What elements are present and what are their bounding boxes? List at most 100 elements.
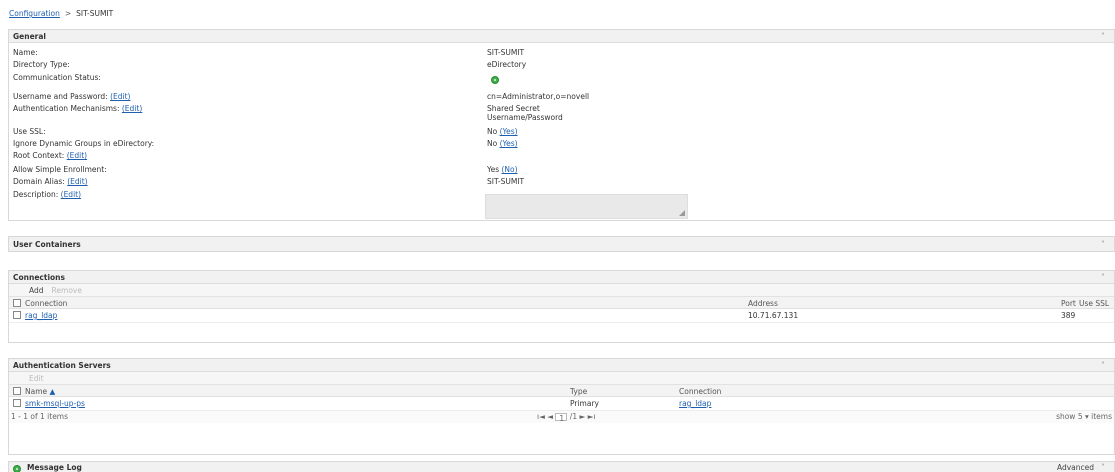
connections-table-header: Connection Address Port Use SSL — [9, 297, 1114, 309]
server-connection-link[interactable]: rag_ldap — [679, 399, 711, 408]
advanced-link[interactable]: Advanced — [1057, 463, 1094, 472]
directory-type-value: eDirectory — [487, 60, 527, 69]
auth-mechanism-2: Username/Password — [487, 113, 563, 122]
ignore-dynamic-groups-value: No — [487, 139, 498, 148]
collapse-icon[interactable]: ˄ — [1098, 361, 1108, 370]
general-panel-header[interactable]: General ˄ — [9, 30, 1114, 43]
username-password-edit-link[interactable]: (Edit) — [110, 92, 130, 101]
auth-mechanism-1: Shared Secret — [487, 104, 540, 113]
remove-connection-button[interactable]: Remove — [52, 286, 82, 295]
use-ssl-label: Use SSL: — [13, 127, 46, 136]
table-row: rag_ldap 10.71.67.131 389 — [9, 309, 1114, 323]
pagination-summary: 1 - 1 of 1 items — [11, 412, 69, 421]
server-type-cell: Primary — [570, 399, 599, 408]
connection-column-header[interactable]: Connection — [25, 299, 67, 308]
authservers-toolbar: Edit — [9, 372, 1114, 385]
address-cell: 10.71.67.131 — [748, 311, 799, 320]
message-log-header[interactable]: Message Log Advanced ˅ — [9, 462, 1114, 472]
name-row: Name: SIT-SUMIT — [13, 48, 1113, 59]
sort-ascending-icon: ▲ — [49, 387, 56, 396]
select-all-checkbox[interactable] — [13, 299, 21, 307]
status-ok-icon — [13, 464, 21, 472]
breadcrumb-separator: > — [64, 9, 72, 18]
edit-server-button[interactable]: Edit — [29, 374, 44, 383]
connections-header[interactable]: Connections ˄ — [9, 271, 1114, 284]
use-ssl-column-header[interactable]: Use SSL — [1079, 299, 1109, 308]
expand-icon[interactable]: ˅ — [1098, 240, 1108, 249]
name-column-header[interactable]: Name — [25, 387, 47, 396]
port-cell: 389 — [1061, 311, 1076, 320]
description-label: Description: — [13, 190, 59, 199]
allow-simple-enrollment-row: Allow Simple Enrollment: Yes (No) — [13, 165, 1113, 176]
expand-icon[interactable]: ˅ — [1098, 463, 1108, 472]
address-column-header[interactable]: Address — [748, 299, 778, 308]
connections-title: Connections — [13, 272, 65, 282]
use-ssl-row: Use SSL: No (Yes) — [13, 127, 1113, 138]
page-total: /1 — [569, 412, 578, 421]
description-edit-link[interactable]: (Edit) — [61, 190, 81, 199]
username-password-label: Username and Password: — [13, 92, 108, 101]
domain-alias-edit-link[interactable]: (Edit) — [67, 177, 87, 186]
user-containers-title: User Containers — [13, 239, 81, 249]
breadcrumb-configuration-link[interactable]: Configuration — [9, 9, 60, 18]
collapse-icon[interactable]: ˄ — [1098, 273, 1108, 282]
name-label: Name: — [13, 48, 38, 57]
root-context-edit-link[interactable]: (Edit) — [67, 151, 87, 160]
user-containers-header[interactable]: User Containers ˅ — [9, 237, 1114, 251]
connections-panel: Connections ˄ Add Remove Connection Addr… — [8, 270, 1115, 343]
allow-simple-enrollment-label: Allow Simple Enrollment: — [13, 165, 107, 174]
use-ssl-toggle-link[interactable]: (Yes) — [500, 127, 518, 136]
domain-alias-label: Domain Alias: — [13, 177, 65, 186]
breadcrumb-current: SIT-SUMIT — [76, 9, 114, 18]
status-ok-icon — [491, 75, 499, 85]
pagination-next-icon[interactable]: ► ►ı — [580, 412, 596, 421]
authentication-servers-title: Authentication Servers — [13, 360, 111, 370]
directory-type-row: Directory Type: eDirectory — [13, 60, 1113, 71]
name-value: SIT-SUMIT — [487, 48, 525, 57]
breadcrumb: Configuration > SIT-SUMIT — [9, 9, 113, 18]
general-panel: General ˄ Name: SIT-SUMIT Directory Type… — [8, 29, 1115, 221]
add-connection-button[interactable]: Add — [29, 286, 44, 295]
communication-status-row: Communication Status: — [13, 73, 1113, 84]
select-all-checkbox[interactable] — [13, 387, 21, 395]
use-ssl-value: No — [487, 127, 498, 136]
auth-mechanisms-label: Authentication Mechanisms: — [13, 104, 120, 113]
message-log-panel: Message Log Advanced ˅ — [8, 461, 1115, 472]
server-name-link[interactable]: smk-msql-up-ps — [25, 399, 85, 408]
communication-status-label: Communication Status: — [13, 73, 101, 82]
pagination-bar: 1 - 1 of 1 items ı◄ ◄ 1 /1 ► ►ı show 5 ▾… — [9, 411, 1114, 423]
allow-simple-enrollment-toggle-link[interactable]: (No) — [502, 165, 518, 174]
ignore-dynamic-groups-row: Ignore Dynamic Groups in eDirectory: No … — [13, 139, 1113, 150]
pagination-prev-icon[interactable]: ı◄ ◄ — [537, 412, 553, 421]
username-password-row: Username and Password: (Edit) cn=Adminis… — [13, 92, 1113, 103]
ignore-dynamic-groups-toggle-link[interactable]: (Yes) — [500, 139, 518, 148]
authentication-servers-header[interactable]: Authentication Servers ˄ — [9, 359, 1114, 372]
allow-simple-enrollment-value: Yes — [487, 165, 500, 174]
user-containers-panel: User Containers ˅ — [8, 236, 1115, 252]
domain-alias-value: SIT-SUMIT — [487, 177, 525, 186]
username-value: cn=Administrator,o=novell — [487, 92, 590, 101]
authentication-servers-panel: Authentication Servers ˄ Edit Name ▲ Typ… — [8, 358, 1115, 455]
connection-link[interactable]: rag_ldap — [25, 311, 57, 320]
root-context-row: Root Context: (Edit) — [13, 151, 1113, 162]
resize-grip-icon[interactable] — [679, 210, 685, 216]
collapse-icon[interactable]: ˄ — [1098, 32, 1108, 41]
auth-mechanisms-edit-link[interactable]: (Edit) — [122, 104, 142, 113]
auth-mechanisms-row: Authentication Mechanisms: (Edit) Shared… — [13, 104, 1113, 124]
ignore-dynamic-groups-label: Ignore Dynamic Groups in eDirectory: — [13, 139, 155, 148]
port-column-header[interactable]: Port — [1061, 299, 1076, 308]
authservers-table-header: Name ▲ Type Connection — [9, 385, 1114, 397]
row-checkbox[interactable] — [13, 399, 21, 407]
message-log-title: Message Log — [27, 463, 82, 472]
page-size-selector[interactable]: show 5 ▾ items — [1056, 412, 1112, 421]
domain-alias-row: Domain Alias: (Edit) SIT-SUMIT — [13, 177, 1113, 188]
directory-type-label: Directory Type: — [13, 60, 70, 69]
connection-column-header[interactable]: Connection — [679, 387, 721, 396]
page-number-input[interactable]: 1 — [555, 413, 568, 423]
type-column-header[interactable]: Type — [570, 387, 587, 396]
connections-toolbar: Add Remove — [9, 284, 1114, 297]
row-checkbox[interactable] — [13, 311, 21, 319]
general-panel-title: General — [13, 31, 46, 41]
root-context-label: Root Context: — [13, 151, 65, 160]
description-textarea[interactable] — [485, 194, 688, 219]
